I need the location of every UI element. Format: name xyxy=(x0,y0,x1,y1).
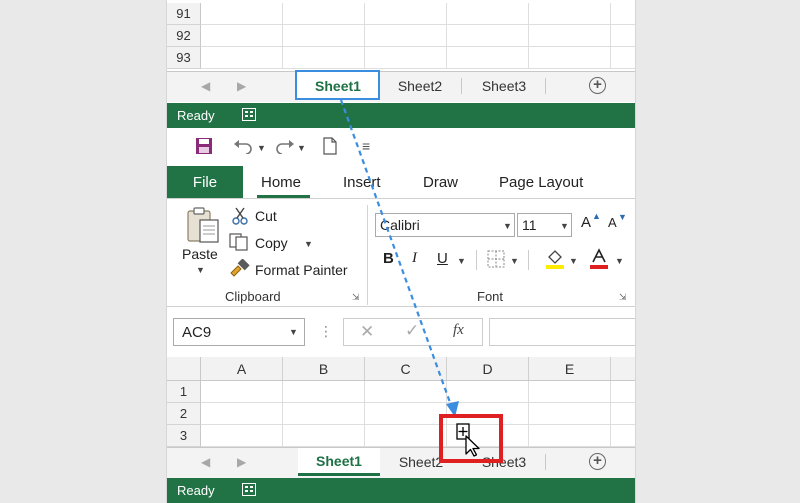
drag-path-line xyxy=(339,99,454,409)
excel-window: 91 92 93 ◀ ▶ Sheet1 Sheet2 Sheet3 + Read… xyxy=(167,0,635,503)
drag-arrow-overlay xyxy=(339,99,459,417)
copy-cursor-icon xyxy=(456,423,480,457)
